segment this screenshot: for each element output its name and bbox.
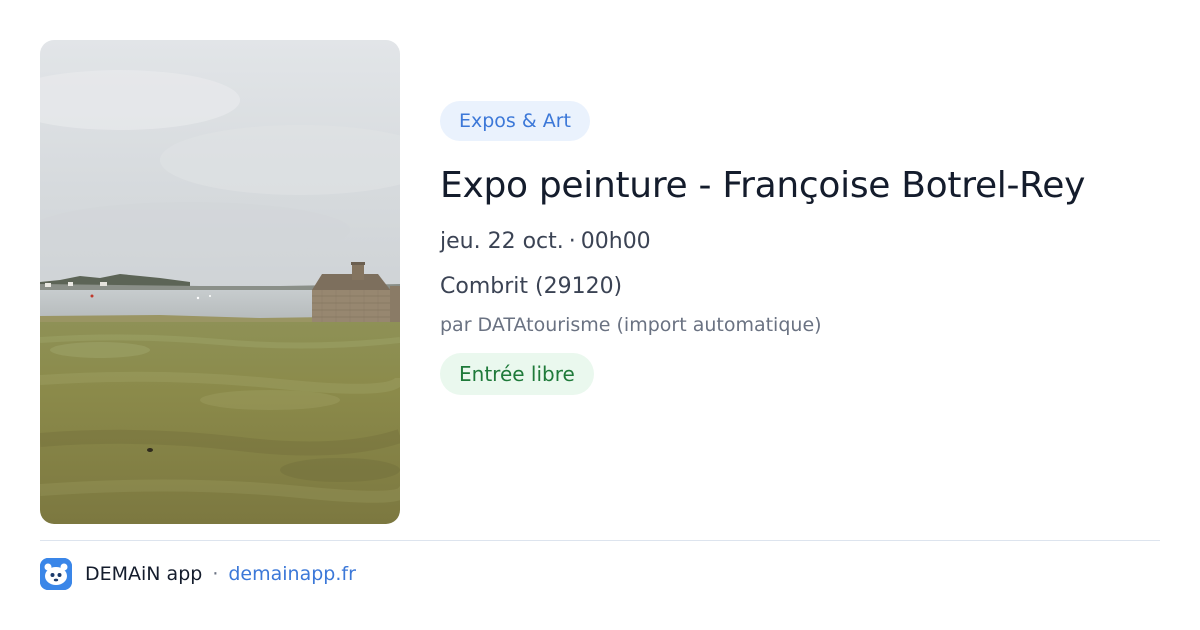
event-datetime: jeu. 22 oct. · 00h00 xyxy=(440,227,1140,257)
demain-app-icon xyxy=(40,558,72,590)
price-badge: Entrée libre xyxy=(440,353,594,395)
app-name: DEMAiN app xyxy=(85,563,203,585)
event-organizer: par DATAtourisme (import automatique) xyxy=(440,314,822,336)
event-location: Combrit (29120) xyxy=(440,274,623,299)
event-time: 00h00 xyxy=(580,229,651,254)
event-info: Expos & Art Expo peinture - Françoise Bo… xyxy=(440,101,1140,395)
event-title: Expo peinture - Françoise Botrel-Rey xyxy=(440,165,1086,206)
app-url-link[interactable]: demainapp.fr xyxy=(228,563,356,585)
category-tag[interactable]: Expos & Art xyxy=(440,101,590,141)
landscape-image xyxy=(40,40,400,524)
event-date: jeu. 22 oct. xyxy=(440,229,564,254)
footer-divider xyxy=(40,540,1160,541)
event-photo xyxy=(40,40,400,524)
footer-separator: · xyxy=(212,563,219,585)
date-separator: · xyxy=(568,229,576,254)
footer: DEMAiN app · demainapp.fr xyxy=(40,558,356,590)
